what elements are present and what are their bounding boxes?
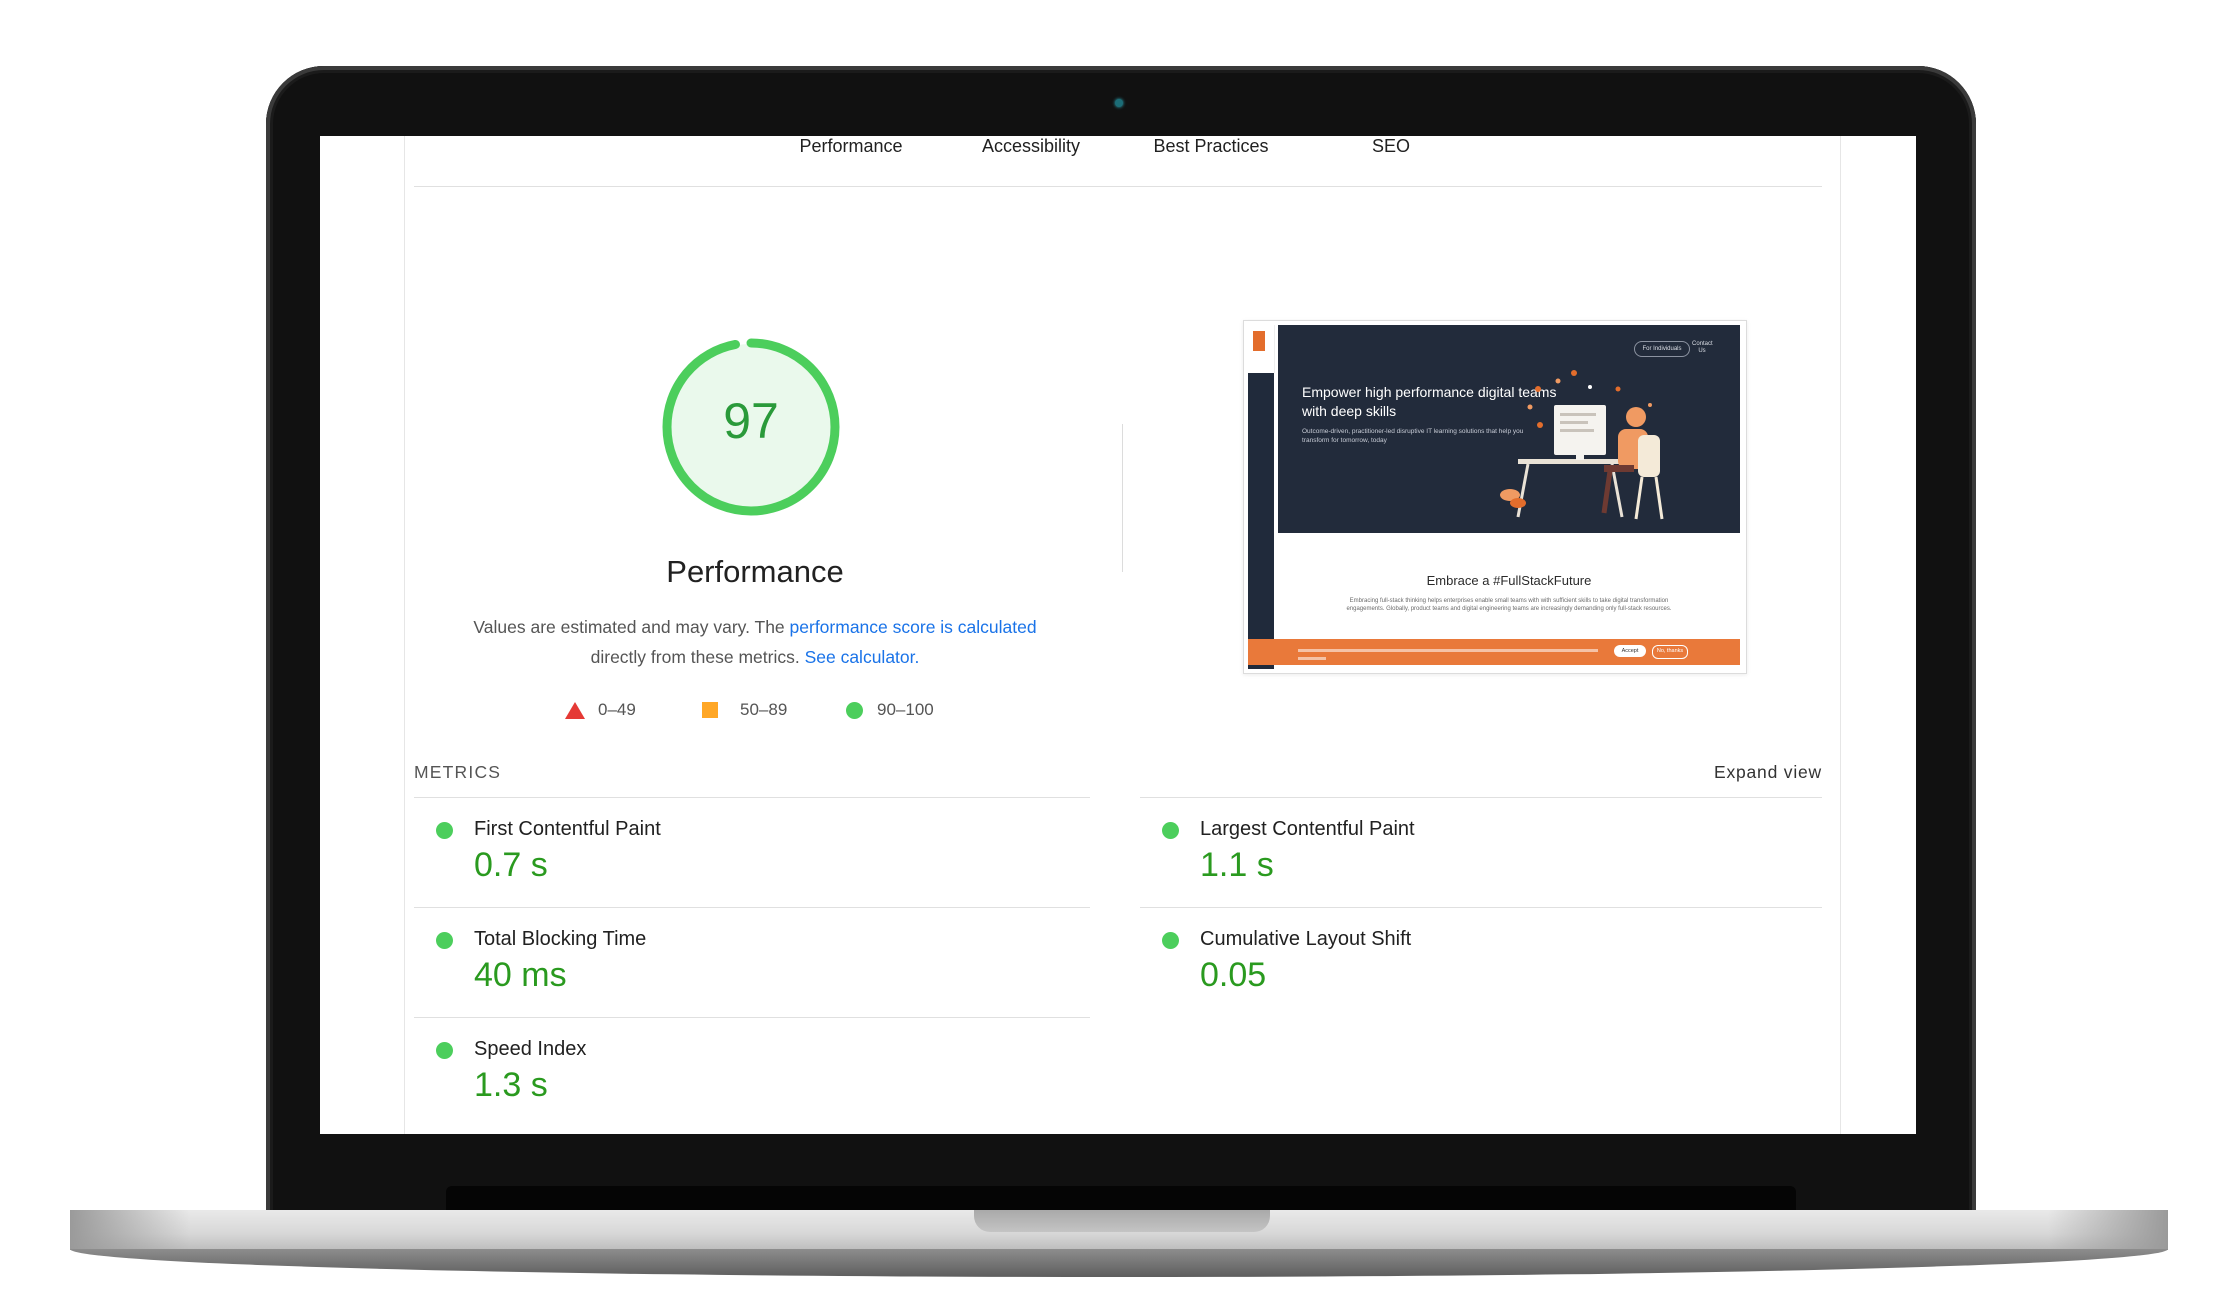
metric-speed-index[interactable]: Speed Index 1.3 s — [414, 1024, 1014, 1132]
metric-largest-contentful-paint[interactable]: Largest Contentful Paint 1.1 s — [1140, 804, 1740, 912]
final-screenshot[interactable]: Empower high performance digital teams w… — [1243, 320, 1747, 674]
laptop-base-bottom — [70, 1249, 2168, 1277]
green-circle-icon — [1162, 822, 1179, 839]
metrics-header: METRICS — [414, 762, 502, 782]
category-tabs: Performance Accessibility Best Practices… — [320, 136, 1916, 186]
metrics-divider — [414, 797, 1090, 798]
metric-value: 1.3 s — [474, 1066, 548, 1104]
metrics-divider — [414, 907, 1090, 908]
metric-cumulative-layout-shift[interactable]: Cumulative Layout Shift 0.05 — [1140, 914, 1740, 1022]
legend-range: 90–100 — [877, 700, 934, 719]
gauge-description: Values are estimated and may vary. The p… — [450, 612, 1060, 672]
red-triangle-icon — [565, 701, 585, 719]
metrics-divider — [1140, 797, 1822, 798]
legend-range: 0–49 — [598, 700, 636, 719]
thumb-banner-text-line — [1298, 657, 1326, 660]
metric-value: 0.7 s — [474, 846, 548, 884]
thumb-section-title: Embrace a #FullStackFuture — [1426, 573, 1592, 588]
screen: Performance Accessibility Best Practices… — [320, 136, 1916, 1134]
score-calculated-link[interactable]: performance score is calculated — [790, 617, 1037, 637]
green-circle-icon — [846, 701, 863, 719]
thumb-banner-text-line — [1298, 649, 1598, 652]
metric-name: First Contentful Paint — [474, 818, 661, 840]
thumb-section-text: Embracing full-stack thinking helps ente… — [1346, 598, 1672, 612]
camera-icon — [1115, 99, 1123, 107]
tabs-divider — [414, 186, 1822, 187]
legend-item-fail: 0–49 — [565, 700, 636, 720]
metric-name: Largest Contentful Paint — [1200, 818, 1415, 840]
see-calculator-link[interactable]: See calculator. — [805, 647, 920, 667]
metric-name: Cumulative Layout Shift — [1200, 928, 1412, 950]
laptop-notch — [974, 1210, 1270, 1232]
metrics-divider — [414, 1017, 1090, 1018]
tab-performance[interactable]: Performance — [799, 136, 902, 157]
tab-seo[interactable]: SEO — [1372, 136, 1410, 157]
tab-accessibility[interactable]: Accessibility — [982, 136, 1080, 157]
thumb-accept-button: Accept — [1614, 645, 1646, 657]
legend-item-pass: 90–100 — [846, 700, 934, 720]
gauge-divider — [1122, 424, 1123, 572]
green-circle-icon — [436, 1042, 453, 1059]
metric-name: Total Blocking Time — [474, 928, 647, 950]
metric-name: Speed Index — [474, 1038, 587, 1060]
tab-best-practices[interactable]: Best Practices — [1153, 136, 1268, 157]
green-circle-icon — [436, 932, 453, 949]
desc-text-1: Values are estimated and may vary. The — [473, 617, 790, 637]
thumb-sidebar — [1248, 325, 1274, 669]
thumb-hero: Empower high performance digital teams w… — [1278, 325, 1740, 533]
metric-first-contentful-paint[interactable]: First Contentful Paint 0.7 s — [414, 804, 1014, 912]
report-border-left — [404, 136, 405, 1134]
gauge-score: 97 — [723, 393, 779, 449]
report-border-right — [1840, 136, 1841, 1134]
legend-item-average: 50–89 — [702, 700, 787, 720]
metric-value: 0.05 — [1200, 956, 1267, 994]
orange-square-icon — [702, 702, 718, 718]
metric-total-blocking-time[interactable]: Total Blocking Time 40 ms — [414, 914, 1014, 1022]
metrics-divider — [1140, 907, 1822, 908]
green-circle-icon — [436, 822, 453, 839]
desc-text-2: directly from these metrics. — [590, 647, 805, 667]
legend-range: 50–89 — [740, 700, 788, 719]
thumb-logo — [1248, 325, 1275, 373]
metric-value: 1.1 s — [1200, 846, 1274, 884]
gauge-title: Performance — [666, 554, 844, 589]
thumb-illustration — [1500, 370, 1664, 520]
expand-view-toggle[interactable]: Expand view — [1640, 762, 1822, 783]
thumb-no-thanks-button: No, thanks — [1652, 645, 1688, 659]
green-circle-icon — [1162, 932, 1179, 949]
performance-gauge[interactable]: 97 — [660, 336, 842, 518]
metric-value: 40 ms — [474, 956, 567, 994]
